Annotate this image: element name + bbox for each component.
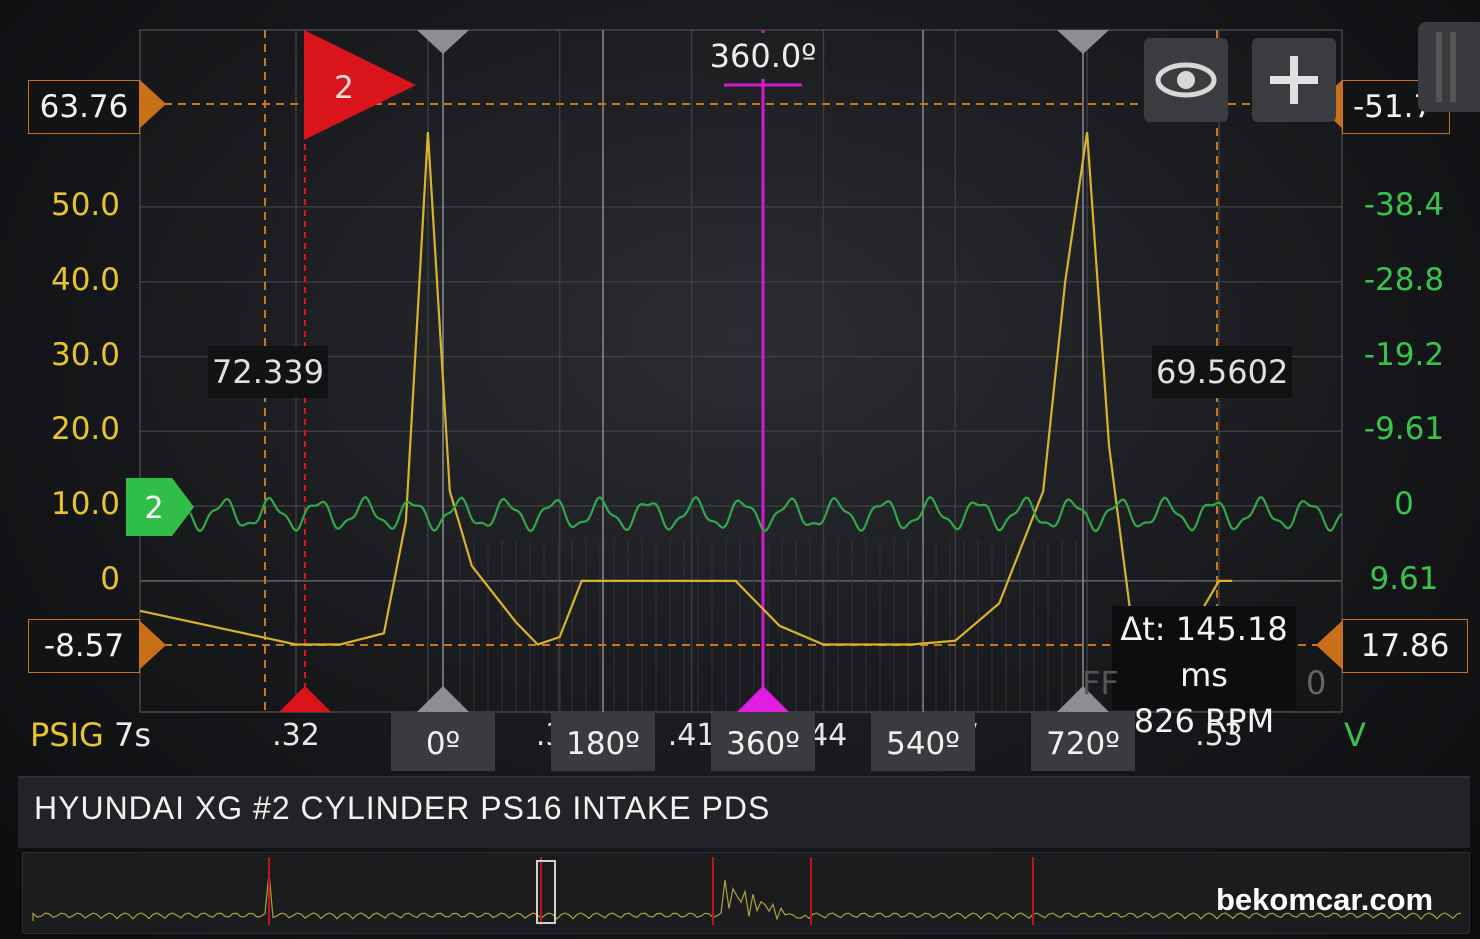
right-tick-label: -19.2 (1363, 336, 1445, 373)
upper-bound-left[interactable]: 63.76 (28, 80, 140, 134)
top-degree-marker[interactable] (417, 30, 469, 54)
waveform-title: HYUNDAI XG #2 CYLINDER PS16 INTAKE PDS (34, 790, 771, 826)
right-tick-label: 0 (1394, 486, 1414, 523)
left-tick-label: 10.0 (50, 486, 120, 523)
bound-handle-right[interactable] (1316, 621, 1342, 669)
cursor-360-marker[interactable] (737, 686, 789, 712)
plus-icon (1270, 56, 1318, 104)
cursor-degree-label: 360.0º (708, 33, 818, 79)
degree-label[interactable]: 360º (711, 713, 815, 771)
zero-label: 0 (1306, 664, 1327, 702)
left-tick-label: 30.0 (50, 336, 120, 373)
lower-bound-right[interactable]: 17.86 (1342, 619, 1468, 673)
left-tick-label: 20.0 (50, 411, 120, 448)
channel-2-marker[interactable]: 2 (126, 478, 196, 536)
trigger-bottom-marker[interactable] (279, 686, 331, 712)
voltage-series-line (189, 495, 1343, 533)
left-tick-label: 0 (100, 560, 120, 597)
time-base: 7s (114, 716, 152, 754)
right-tick-label: 9.61 (1369, 560, 1439, 597)
left-tick-label: 40.0 (50, 261, 120, 298)
right-measurement: 69.5602 (1152, 346, 1293, 398)
left-measurement: 72.339 (208, 346, 328, 398)
channel-2-marker-text: 2 (144, 491, 163, 526)
bound-handle-left[interactable] (140, 621, 166, 669)
degree-label[interactable]: 540º (871, 713, 975, 771)
add-button[interactable] (1252, 38, 1336, 122)
x-tick-label: .32 (272, 718, 320, 753)
left-tick-label: 50.0 (50, 186, 120, 223)
trigger-flag-text: 2 (334, 70, 354, 106)
eye-icon (1155, 62, 1217, 98)
right-tick-label: -9.61 (1363, 411, 1445, 448)
y-unit-label: PSIG 7s (30, 716, 151, 754)
grip-icon (1436, 32, 1456, 102)
right-tick-label: -38.4 (1363, 186, 1445, 223)
rpm-value: 826 RPM (1133, 702, 1275, 740)
bound-handle-left[interactable] (140, 80, 166, 128)
eye-button[interactable] (1144, 38, 1228, 122)
psig-unit: PSIG (30, 716, 104, 754)
v-unit-label: V (1344, 716, 1366, 754)
delta-t-value: Δt: 145.18 ms (1120, 610, 1288, 694)
trigger-flag[interactable]: 2 (300, 30, 420, 142)
delta-t-box: Δt: 145.18 ms 826 RPM (1112, 606, 1296, 740)
degree-label[interactable]: 180º (551, 713, 655, 771)
degree-label[interactable]: 0º (391, 713, 495, 771)
top-degree-marker[interactable] (1057, 30, 1109, 54)
lower-bound-left[interactable]: -8.57 (28, 619, 140, 673)
degree-0-marker[interactable] (417, 686, 469, 712)
hidden-fr-label: FF (1082, 664, 1119, 702)
scope-app: 50.0 40.0 30.0 20.0 10.0 0 -38.4 -28.8 -19.2 -9.… (0, 0, 1480, 939)
right-tick-label: -28.8 (1363, 261, 1445, 298)
watermark: bekomcar.com (1216, 882, 1434, 917)
side-drawer-handle[interactable] (1418, 22, 1480, 112)
